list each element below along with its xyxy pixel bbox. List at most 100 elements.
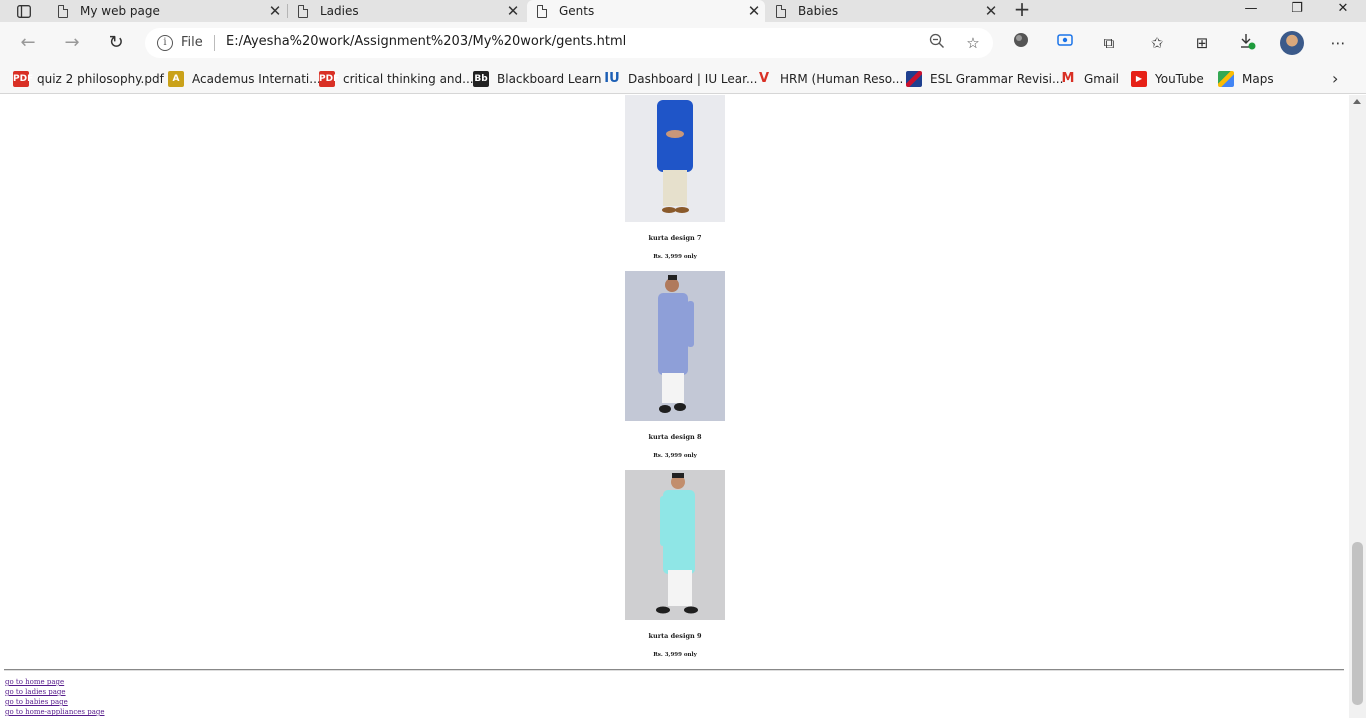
favorite-item[interactable]: ▶ YouTube bbox=[1131, 69, 1204, 89]
scrollbar-thumb[interactable] bbox=[1352, 542, 1363, 705]
divider bbox=[4, 669, 1344, 671]
youtube-icon: ▶ bbox=[1131, 71, 1147, 87]
tab-title: My web page bbox=[80, 4, 160, 18]
product-name: kurta design 8 bbox=[648, 433, 702, 441]
kurta-shape bbox=[663, 490, 695, 574]
pants-shape bbox=[662, 373, 684, 403]
browser-toolbar: ← → ↻ i File E:/Ayesha%20work/Assignment… bbox=[0, 22, 1366, 64]
tab-strip: My web page ✕ Ladies ✕ Gents ✕ Babies ✕ … bbox=[0, 0, 1366, 22]
profile-avatar[interactable] bbox=[1280, 31, 1304, 55]
product-price: Rs. 3,999 only bbox=[653, 453, 697, 459]
academus-icon: A bbox=[168, 71, 184, 87]
favorite-label: quiz 2 philosophy.pdf bbox=[37, 72, 164, 86]
extensions-icon[interactable]: ⧉ bbox=[1098, 32, 1120, 54]
restore-icon[interactable]: ❐ bbox=[1274, 0, 1320, 22]
product-photo bbox=[625, 470, 725, 620]
tab-actions-icon bbox=[17, 4, 31, 18]
page-viewport: kurta design 7 Rs. 3,999 only kurta desi… bbox=[0, 95, 1349, 718]
scroll-up-arrow-icon[interactable] bbox=[1353, 99, 1361, 104]
forward-icon[interactable]: → bbox=[58, 30, 86, 56]
favorite-label: Dashboard | IU Lear... bbox=[628, 72, 758, 86]
iu-icon: IU bbox=[604, 71, 620, 86]
pdf-icon: PDF bbox=[13, 71, 33, 87]
hrm-icon: V bbox=[758, 71, 770, 86]
favorite-label: YouTube bbox=[1155, 72, 1204, 86]
favorites-bar: PDF quiz 2 philosophy.pdf A Academus Int… bbox=[0, 64, 1366, 94]
pants-shape bbox=[663, 170, 687, 206]
close-tab-icon[interactable]: ✕ bbox=[502, 2, 524, 20]
address-divider bbox=[214, 35, 215, 51]
blackboard-icon: Bb bbox=[473, 71, 489, 87]
new-tab-icon[interactable]: + bbox=[1012, 0, 1032, 22]
kurta-figure bbox=[657, 100, 693, 213]
minimize-icon[interactable]: — bbox=[1228, 0, 1274, 22]
address-bar[interactable]: i File E:/Ayesha%20work/Assignment%203/M… bbox=[145, 28, 993, 58]
add-favorite-icon[interactable]: ☆ bbox=[963, 33, 983, 53]
collections-icon[interactable]: ⊞ bbox=[1191, 32, 1213, 54]
link-babies-page[interactable]: go to babies page bbox=[5, 697, 105, 707]
zoom-out-icon[interactable] bbox=[927, 33, 947, 53]
tab-ladies[interactable]: Ladies ✕ bbox=[288, 0, 524, 22]
screen-capture-icon[interactable] bbox=[1054, 32, 1076, 54]
close-tab-icon[interactable]: ✕ bbox=[743, 2, 765, 20]
url-text[interactable]: E:/Ayesha%20work/Assignment%203/My%20wor… bbox=[226, 34, 626, 49]
document-icon bbox=[58, 4, 68, 18]
page-links: go to home page go to ladies page go to … bbox=[5, 677, 105, 717]
product-name: kurta design 7 bbox=[648, 234, 702, 242]
favorite-label: Academus Internati... bbox=[192, 72, 321, 86]
uk-flag-icon bbox=[906, 71, 922, 87]
maps-icon bbox=[1218, 71, 1234, 87]
product-photo bbox=[625, 95, 725, 222]
link-home-appliances-page[interactable]: go to home-appliances page bbox=[5, 707, 105, 717]
favorite-item[interactable]: A Academus Internati... bbox=[168, 69, 321, 89]
favorite-label: HRM (Human Reso... bbox=[780, 72, 904, 86]
product-name: kurta design 9 bbox=[648, 632, 702, 640]
favorite-label: Maps bbox=[1242, 72, 1274, 86]
kurta-shape bbox=[658, 293, 688, 375]
vertical-scrollbar[interactable] bbox=[1349, 95, 1366, 718]
favorites-icon[interactable]: ✩ bbox=[1146, 32, 1168, 54]
document-icon bbox=[537, 4, 547, 18]
product-card: kurta design 8 Rs. 3,999 only bbox=[625, 271, 725, 459]
kurta-figure bbox=[656, 473, 698, 614]
favorite-item[interactable]: PDF quiz 2 philosophy.pdf bbox=[13, 69, 164, 89]
favorite-item[interactable]: Bb Blackboard Learn bbox=[473, 69, 601, 89]
product-price: Rs. 3,999 only bbox=[653, 652, 697, 658]
pants-shape bbox=[668, 570, 692, 606]
tab-title: Gents bbox=[559, 4, 595, 18]
tab-gents[interactable]: Gents ✕ bbox=[527, 0, 765, 22]
downloads-icon[interactable] bbox=[1236, 32, 1258, 54]
favorite-item[interactable]: PDF critical thinking and... bbox=[319, 69, 474, 89]
link-ladies-page[interactable]: go to ladies page bbox=[5, 687, 105, 697]
favorite-item[interactable]: V HRM (Human Reso... bbox=[756, 69, 903, 89]
document-icon bbox=[776, 4, 786, 18]
favorite-item[interactable]: ESL Grammar Revisi... bbox=[906, 69, 1063, 89]
settings-more-icon[interactable]: ⋯ bbox=[1327, 32, 1349, 54]
scheme-label: File bbox=[181, 35, 203, 50]
favorite-item[interactable]: M Gmail bbox=[1060, 69, 1119, 89]
product-price: Rs. 3,999 only bbox=[653, 254, 697, 260]
favorite-label: critical thinking and... bbox=[343, 72, 474, 86]
extension-circle-icon[interactable] bbox=[1010, 32, 1032, 54]
favorite-label: ESL Grammar Revisi... bbox=[930, 72, 1064, 86]
tab-title: Babies bbox=[798, 4, 839, 18]
tab-my-web-page[interactable]: My web page ✕ bbox=[48, 0, 286, 22]
favorite-label: Gmail bbox=[1084, 72, 1120, 86]
chevron-right-icon[interactable]: › bbox=[1332, 69, 1338, 88]
product-card: kurta design 9 Rs. 3,999 only bbox=[625, 470, 725, 658]
info-icon[interactable]: i bbox=[157, 35, 173, 51]
close-tab-icon[interactable]: ✕ bbox=[980, 2, 1002, 20]
favorite-item[interactable]: IU Dashboard | IU Lear... bbox=[604, 69, 757, 89]
tab-actions-button[interactable] bbox=[8, 0, 40, 22]
product-photo bbox=[625, 271, 725, 421]
favorite-label: Blackboard Learn bbox=[497, 72, 602, 86]
link-home-page[interactable]: go to home page bbox=[5, 677, 105, 687]
product-card: kurta design 7 Rs. 3,999 only bbox=[625, 95, 725, 260]
tab-babies[interactable]: Babies ✕ bbox=[766, 0, 1002, 22]
back-icon[interactable]: ← bbox=[14, 30, 42, 56]
close-tab-icon[interactable]: ✕ bbox=[264, 2, 286, 20]
close-window-icon[interactable]: ✕ bbox=[1320, 0, 1366, 22]
document-icon bbox=[298, 4, 308, 18]
refresh-icon[interactable]: ↻ bbox=[102, 30, 130, 56]
favorite-item[interactable]: Maps bbox=[1218, 69, 1274, 89]
